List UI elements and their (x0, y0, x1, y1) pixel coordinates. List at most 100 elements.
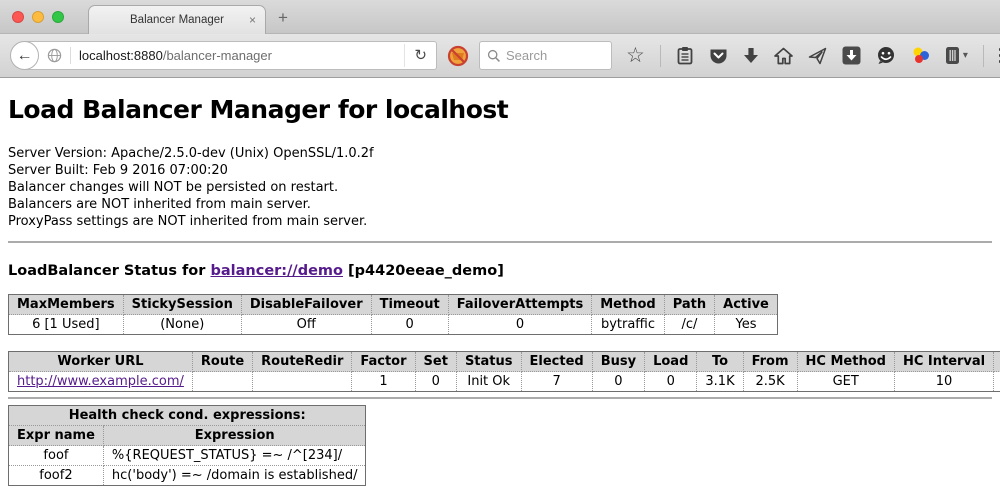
colored-dots-icon[interactable] (911, 46, 930, 65)
col-busy: Busy (592, 352, 644, 372)
downloads-icon[interactable] (743, 47, 759, 65)
col-maxmembers: MaxMembers (9, 295, 124, 315)
globe-icon (47, 48, 62, 63)
val-expr-name: foof2 (9, 466, 104, 486)
back-button[interactable]: ← (10, 41, 39, 70)
col-load: Load (645, 352, 697, 372)
toolbar-separator (983, 45, 984, 67)
toolbar-separator (660, 45, 661, 67)
col-expr-name: Expr name (9, 426, 104, 446)
toolbar-icons: ☆ (626, 45, 1000, 67)
send-icon[interactable] (808, 47, 827, 65)
divider (8, 397, 992, 399)
status-heading-prefix: LoadBalancer Status for (8, 263, 210, 279)
val-active: Yes (715, 315, 778, 335)
page-content: Load Balancer Manager for localhost Serv… (0, 78, 1000, 491)
close-window-button[interactable] (12, 11, 24, 23)
download-box-icon[interactable] (842, 46, 861, 65)
val-method: bytraffic (592, 315, 664, 335)
val-disablefailover: Off (241, 315, 371, 335)
bookmark-star-icon[interactable]: ☆ (626, 46, 645, 66)
val-load: 0 (645, 372, 697, 392)
col-timeout: Timeout (371, 295, 448, 315)
col-path: Path (664, 295, 714, 315)
divider (8, 241, 992, 243)
server-version: Server Version: Apache/2.5.0-dev (Unix) … (8, 145, 992, 162)
val-expression: hc('body') =~ /domain is established/ (103, 466, 366, 486)
tab-bar: Balancer Manager × + (0, 0, 1000, 34)
col-method: Method (592, 295, 664, 315)
col-passes: Passes (994, 352, 1000, 372)
table-title-row: Health check cond. expressions: (9, 406, 366, 426)
table-header-row: MaxMembers StickySession DisableFailover… (9, 295, 778, 315)
col-status: Status (456, 352, 521, 372)
smiley-icon[interactable] (876, 46, 896, 65)
search-input[interactable] (506, 48, 596, 63)
col-hc-method: HC Method (797, 352, 894, 372)
val-routeredir (253, 372, 352, 392)
val-status: Init Ok (456, 372, 521, 392)
page-title: Load Balancer Manager for localhost (8, 95, 992, 124)
clipboard-icon[interactable] (676, 46, 694, 65)
val-passes: 1 (0) (994, 372, 1000, 392)
col-factor: Factor (352, 352, 415, 372)
health-table-title: Health check cond. expressions: (9, 406, 366, 426)
tab-balancer-manager[interactable]: Balancer Manager × (88, 5, 266, 34)
search-icon (487, 49, 501, 63)
val-worker-url: http://www.example.com/ (9, 372, 193, 392)
col-active: Active (715, 295, 778, 315)
url-path: /balancer-manager (163, 48, 272, 63)
col-worker-url: Worker URL (9, 352, 193, 372)
table-row: foof2 hc('body') =~ /domain is establish… (9, 466, 366, 486)
balancer-settings-table: MaxMembers StickySession DisableFailover… (8, 294, 778, 335)
col-failoverattempts: FailoverAttempts (448, 295, 592, 315)
balancer-demo-link[interactable]: balancer://demo (210, 263, 343, 279)
table-header-row: Expr name Expression (9, 426, 366, 446)
status-heading: LoadBalancer Status for balancer://demo … (8, 263, 992, 279)
url-bar[interactable]: localhost:8880/balancer-manager ↻ (24, 41, 437, 70)
notice-proxypass: ProxyPass settings are NOT inherited fro… (8, 213, 992, 230)
val-to: 3.1K (697, 372, 743, 392)
url-separator (70, 47, 71, 64)
reload-icon[interactable]: ↻ (404, 44, 436, 67)
val-factor: 1 (352, 372, 415, 392)
val-expr-name: foof (9, 446, 104, 466)
col-hc-interval: HC Interval (894, 352, 993, 372)
col-expression: Expression (103, 426, 366, 446)
zoom-window-button[interactable] (52, 11, 64, 23)
col-set: Set (415, 352, 456, 372)
pocket-icon[interactable] (709, 47, 728, 65)
navigation-toolbar: ← localhost:8880/balancer-manager ↻ (0, 34, 1000, 78)
url-text[interactable]: localhost:8880/balancer-manager (79, 48, 404, 63)
notice-balancers: Balancers are NOT inherited from main se… (8, 196, 992, 213)
container-icon[interactable]: ▾ (945, 46, 968, 65)
status-heading-suffix: [p4420eeae_demo] (343, 263, 504, 279)
val-hc-interval: 10 (894, 372, 993, 392)
minimize-window-button[interactable] (32, 11, 44, 23)
col-disablefailover: DisableFailover (241, 295, 371, 315)
worker-url-link[interactable]: http://www.example.com/ (17, 374, 184, 389)
home-icon[interactable] (774, 47, 793, 65)
dropdown-caret-icon[interactable]: ▾ (963, 50, 968, 61)
table-row: 6 [1 Used] (None) Off 0 0 bytraffic /c/ … (9, 315, 778, 335)
new-tab-button[interactable]: + (278, 8, 288, 28)
col-from: From (743, 352, 797, 372)
val-failoverattempts: 0 (448, 315, 592, 335)
val-hc-method: GET (797, 372, 894, 392)
table-header-row: Worker URL Route RouteRedir Factor Set S… (9, 352, 1000, 372)
adblock-disabled-icon[interactable] (447, 45, 469, 67)
val-maxmembers: 6 [1 Used] (9, 315, 124, 335)
val-timeout: 0 (371, 315, 448, 335)
table-row: http://www.example.com/ 1 0 Init Ok 7 0 … (9, 372, 1000, 392)
tab-close-icon[interactable]: × (249, 13, 256, 27)
val-route (192, 372, 252, 392)
search-bar[interactable] (479, 41, 612, 70)
val-elected: 7 (521, 372, 592, 392)
health-check-table: Health check cond. expressions: Expr nam… (8, 405, 366, 486)
col-to: To (697, 352, 743, 372)
col-route: Route (192, 352, 252, 372)
col-routeredir: RouteRedir (253, 352, 352, 372)
notice-persist: Balancer changes will NOT be persisted o… (8, 179, 992, 196)
val-stickysession: (None) (123, 315, 241, 335)
val-busy: 0 (592, 372, 644, 392)
